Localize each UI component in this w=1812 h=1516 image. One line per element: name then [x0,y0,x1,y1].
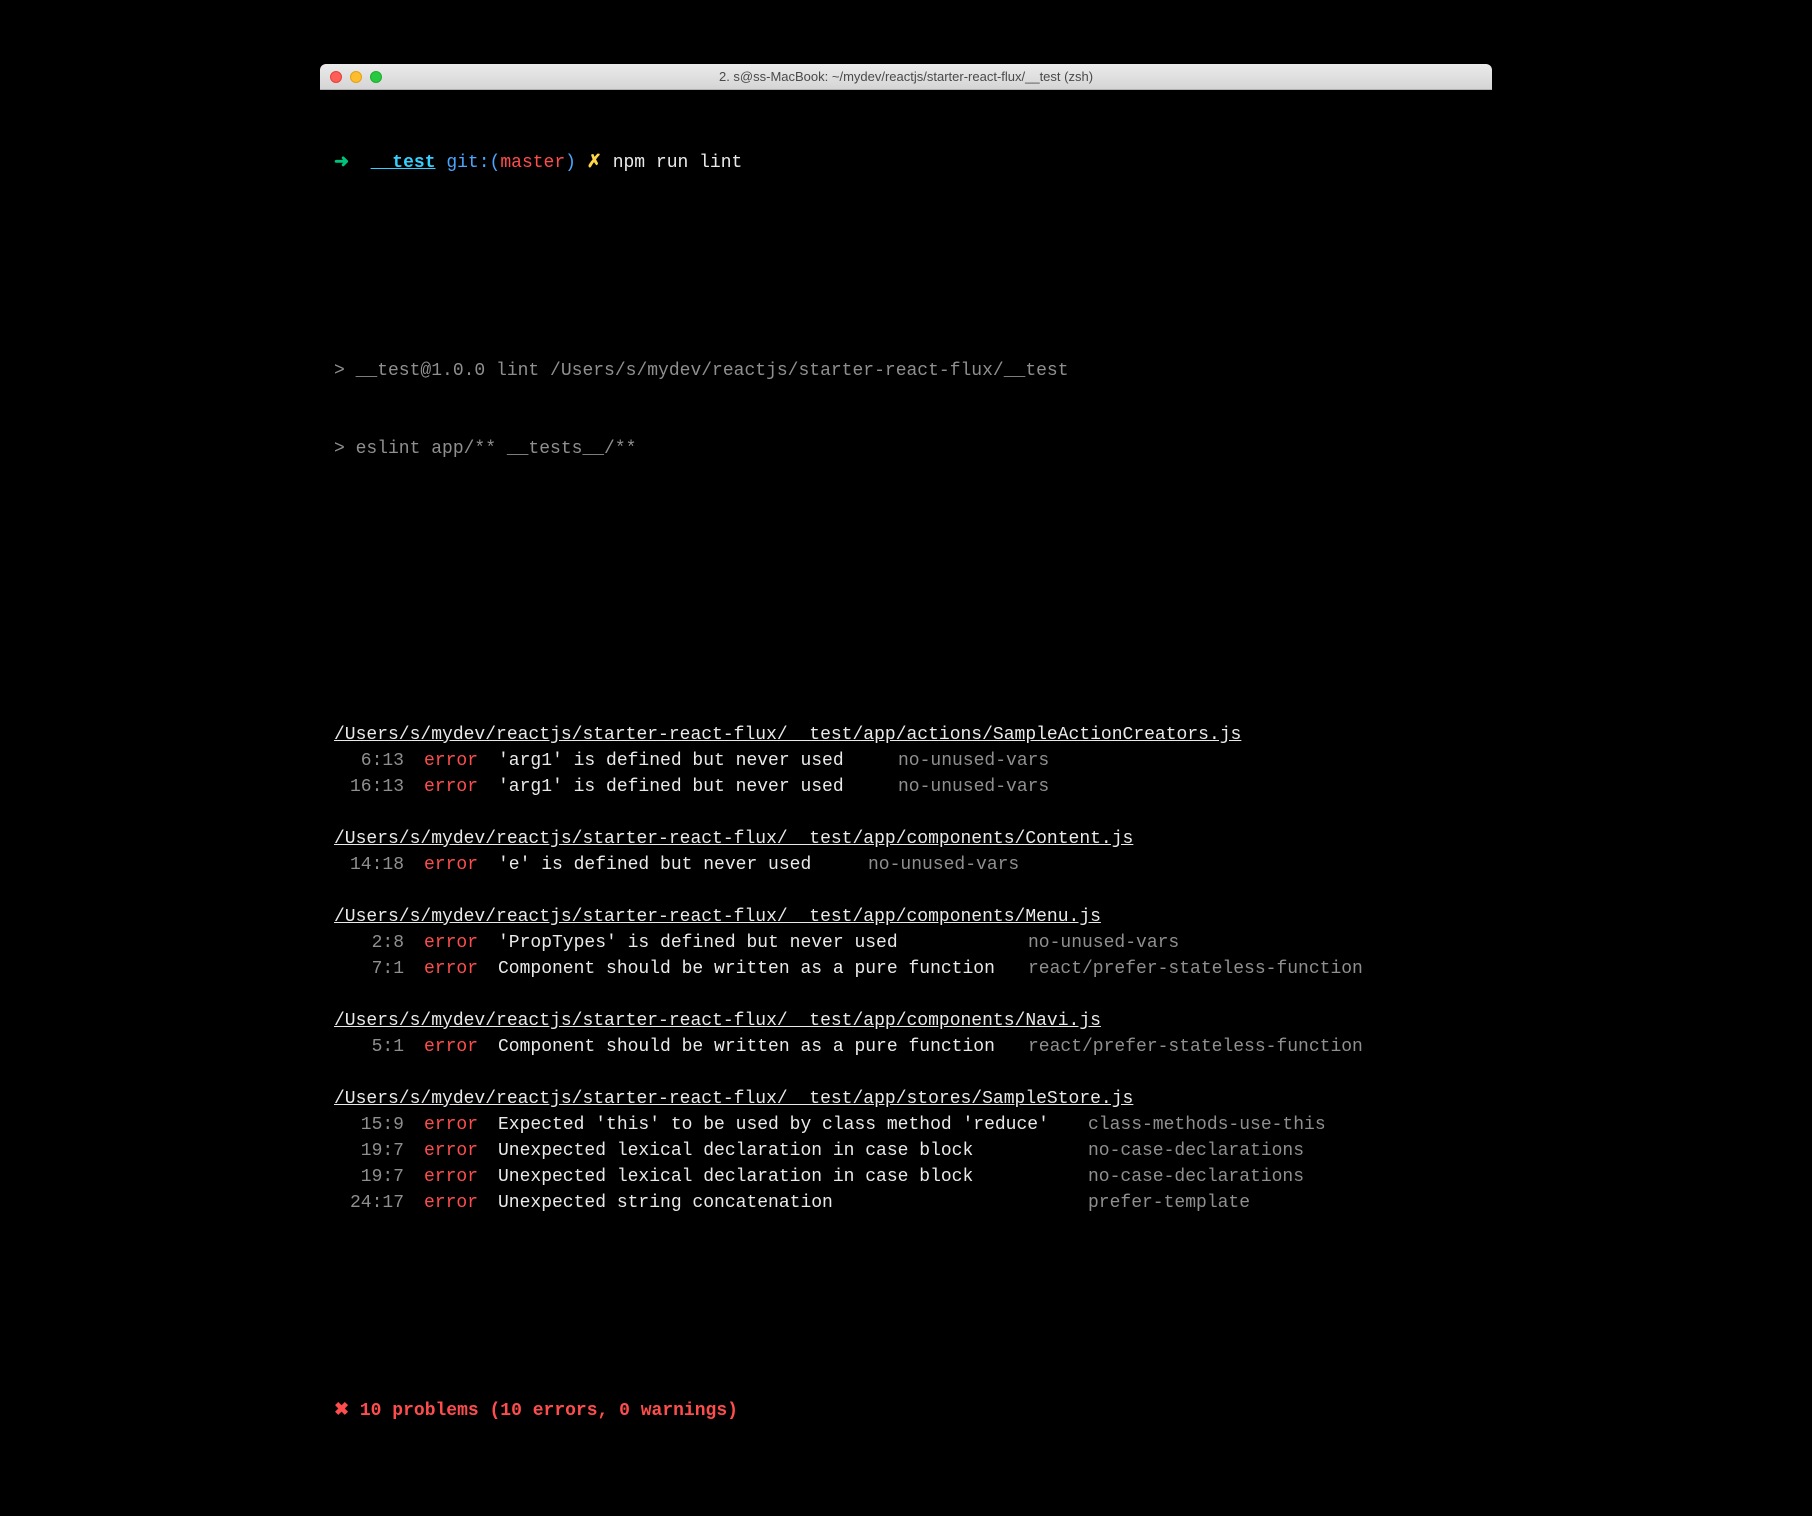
window-title: 2. s@ss-MacBook: ~/mydev/reactjs/starter… [320,69,1492,84]
lint-issue: 24:17 error Unexpected string concatenatio… [334,1190,1478,1216]
lint-rule: no-unused-vars [1028,930,1179,956]
lint-severity: error [424,774,484,800]
lint-issue: 14:18 error 'e' is defined but never used n… [334,852,1478,878]
lint-issue: 7:1 error Component should be written as a… [334,956,1478,982]
lint-message: Unexpected lexical declaration in case b… [498,1138,1068,1164]
prompt-dirty-icon: ✗ [587,150,602,176]
lint-location: 6:13 [334,748,404,774]
lint-issue: 15:9 error Expected 'this' to be used by c… [334,1112,1478,1138]
lint-message: Component should be written as a pure fu… [498,956,1008,982]
prompt-command: npm run lint [613,150,743,176]
prompt-line: ➜ __test git:( master ) ✗ npm run lint [334,150,1478,176]
lint-issue: 19:7 error Unexpected lexical declaration … [334,1138,1478,1164]
lint-file-path: /Users/s/mydev/reactjs/starter-react-flu… [334,1008,1478,1034]
lint-severity: error [424,1034,484,1060]
lint-rule: no-unused-vars [898,748,1049,774]
lint-message: 'arg1' is defined but never used [498,748,878,774]
zoom-icon[interactable] [370,71,382,83]
lint-issue: 2:8 error 'PropTypes' is defined but never… [334,930,1478,956]
lint-file-path: /Users/s/mydev/reactjs/starter-react-flu… [334,722,1478,748]
lint-issue: 19:7 error Unexpected lexical declaration … [334,1164,1478,1190]
close-icon[interactable] [330,71,342,83]
eslint-output: /Users/s/mydev/reactjs/starter-react-flu… [334,722,1478,1216]
prompt-git-label: git:( [446,150,500,176]
prompt-dir: __test [371,150,436,176]
lint-file-path: /Users/s/mydev/reactjs/starter-react-flu… [334,826,1478,852]
lint-summary: ✖ 10 problems (10 errors, 0 warnings) [334,1398,1478,1424]
prompt-arrow-icon: ➜ [334,150,349,176]
lint-rule: react/prefer-stateless-function [1028,1034,1363,1060]
lint-severity: error [424,1190,484,1216]
lint-file-path: /Users/s/mydev/reactjs/starter-react-flu… [334,904,1478,930]
lint-rule: react/prefer-stateless-function [1028,956,1363,982]
lint-message: Expected 'this' to be used by class meth… [498,1112,1068,1138]
lint-rule: class-methods-use-this [1088,1112,1326,1138]
lint-severity: error [424,1164,484,1190]
lint-issue: 16:13 error 'arg1' is defined but never us… [334,774,1478,800]
npm-script-header-2: > eslint app/** __tests__/** [334,436,1478,462]
lint-severity: error [424,748,484,774]
lint-rule: prefer-template [1088,1190,1250,1216]
lint-severity: error [424,1112,484,1138]
lint-location: 5:1 [334,1034,404,1060]
titlebar[interactable]: 2. s@ss-MacBook: ~/mydev/reactjs/starter… [320,64,1492,90]
terminal-body[interactable]: ➜ __test git:( master ) ✗ npm run lint >… [320,90,1492,1516]
lint-rule: no-case-declarations [1088,1164,1304,1190]
lint-rule: no-unused-vars [898,774,1049,800]
lint-location: 14:18 [334,852,404,878]
prompt-git-branch: master [500,150,565,176]
lint-message: 'e' is defined but never used [498,852,848,878]
lint-location: 19:7 [334,1138,404,1164]
lint-issue: 6:13 error 'arg1' is defined but never use… [334,748,1478,774]
lint-rule: no-unused-vars [868,852,1019,878]
prompt-git-close: ) [565,150,576,176]
lint-message: Unexpected string concatenation [498,1190,1068,1216]
lint-location: 15:9 [334,1112,404,1138]
lint-location: 2:8 [334,930,404,956]
lint-location: 7:1 [334,956,404,982]
lint-severity: error [424,956,484,982]
lint-location: 16:13 [334,774,404,800]
lint-rule: no-case-declarations [1088,1138,1304,1164]
npm-script-header-1: > __test@1.0.0 lint /Users/s/mydev/react… [334,358,1478,384]
lint-message: 'PropTypes' is defined but never used [498,930,1008,956]
terminal-window: 2. s@ss-MacBook: ~/mydev/reactjs/starter… [320,64,1492,1516]
minimize-icon[interactable] [350,71,362,83]
lint-severity: error [424,930,484,956]
lint-severity: error [424,1138,484,1164]
window-controls [330,71,382,83]
lint-message: Component should be written as a pure fu… [498,1034,1008,1060]
lint-issue: 5:1 error Component should be written as a… [334,1034,1478,1060]
lint-location: 19:7 [334,1164,404,1190]
lint-message: 'arg1' is defined but never used [498,774,878,800]
lint-severity: error [424,852,484,878]
lint-file-path: /Users/s/mydev/reactjs/starter-react-flu… [334,1086,1478,1112]
lint-message: Unexpected lexical declaration in case b… [498,1164,1068,1190]
lint-location: 24:17 [334,1190,404,1216]
